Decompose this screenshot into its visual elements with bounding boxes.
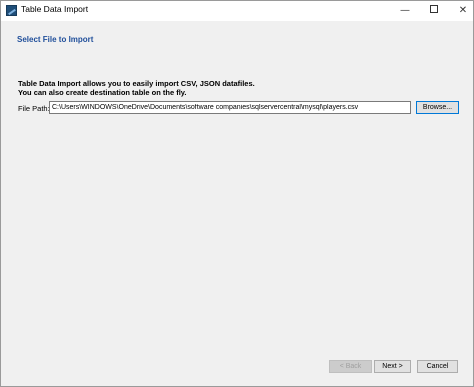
title-bar[interactable]: Table Data Import — ✕ <box>1 1 473 21</box>
maximize-button[interactable] <box>420 1 448 21</box>
workbench-app-icon <box>6 5 17 16</box>
description-line-1: Table Data Import allows you to easily i… <box>18 79 255 88</box>
maximize-icon <box>430 5 438 13</box>
file-path-label: File Path: <box>18 104 50 113</box>
description: Table Data Import allows you to easily i… <box>18 79 255 97</box>
back-button[interactable]: < Back <box>329 360 372 373</box>
minimize-button[interactable]: — <box>391 1 419 21</box>
close-button[interactable]: ✕ <box>449 1 474 21</box>
next-button[interactable]: Next > <box>374 360 411 373</box>
browse-button[interactable]: Browse... <box>416 101 459 114</box>
description-line-2: You can also create destination table on… <box>18 88 187 97</box>
cancel-button[interactable]: Cancel <box>417 360 458 373</box>
file-path-input[interactable] <box>49 101 411 114</box>
import-wizard-window: Table Data Import — ✕ Select File to Imp… <box>0 0 474 387</box>
page-title: Select File to Import <box>17 35 94 44</box>
window-title: Table Data Import <box>21 4 89 14</box>
